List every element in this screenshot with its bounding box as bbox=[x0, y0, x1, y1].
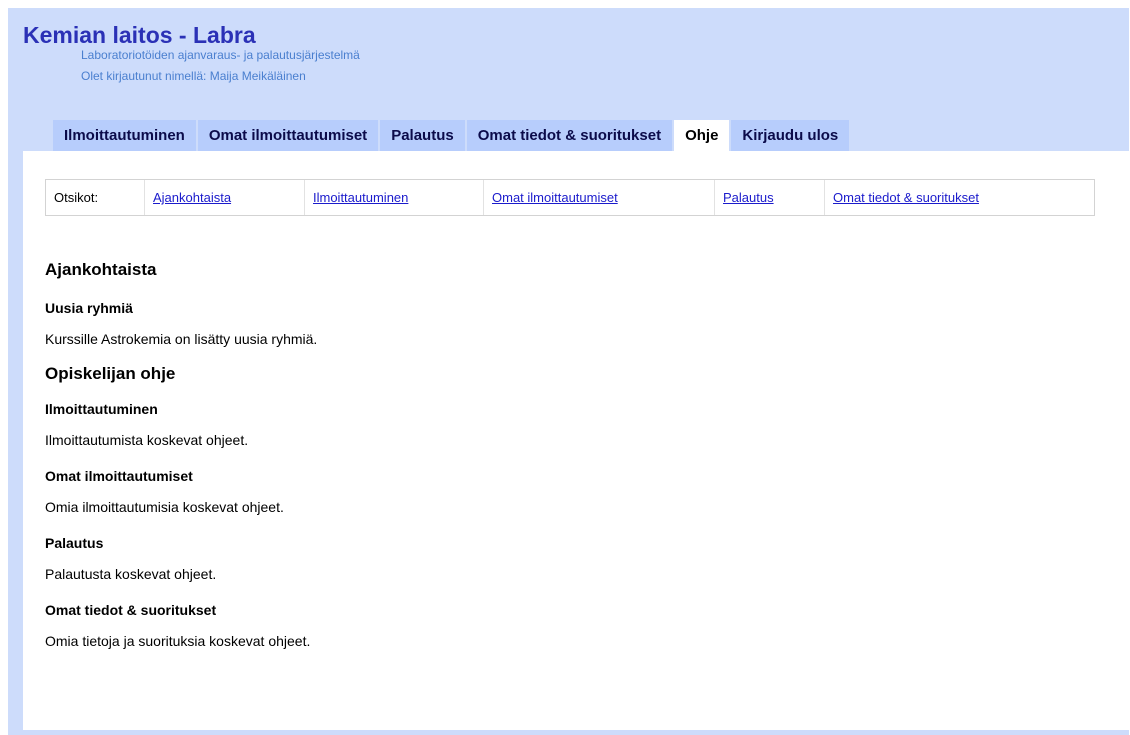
site-subtitle: Laboratoriotöiden ajanvaraus- ja palautu… bbox=[81, 48, 360, 62]
news-item-title: Uusia ryhmiä bbox=[45, 300, 133, 316]
tab-omat-tiedot[interactable]: Omat tiedot & suoritukset bbox=[466, 120, 673, 151]
guide-section-title: Omat ilmoittautumiset bbox=[45, 468, 193, 484]
content-area: Otsikot: Ajankohtaista Ilmoittautuminen … bbox=[23, 151, 1129, 730]
logged-in-user: Olet kirjautunut nimellä: Maija Meikäläi… bbox=[81, 69, 306, 83]
guide-section-title: Palautus bbox=[45, 535, 104, 551]
site-title: Kemian laitos - Labra bbox=[23, 22, 256, 48]
news-heading: Ajankohtaista bbox=[45, 260, 157, 279]
toc-label: Otsikot: bbox=[46, 180, 145, 215]
toc-link-omat-tiedot[interactable]: Omat tiedot & suoritukset bbox=[833, 190, 979, 205]
guide-section-text: Omia tietoja ja suorituksia koskevat ohj… bbox=[45, 633, 311, 649]
toc-link-ilmoittautuminen[interactable]: Ilmoittautuminen bbox=[313, 190, 408, 205]
tab-kirjaudu-ulos[interactable]: Kirjaudu ulos bbox=[731, 120, 850, 151]
news-item-text: Kurssille Astrokemia on lisätty uusia ry… bbox=[45, 331, 318, 347]
guide-section-title: Omat tiedot & suoritukset bbox=[45, 602, 217, 618]
tab-ohje[interactable]: Ohje bbox=[674, 120, 730, 151]
toc-link-omat-ilmoittautumiset[interactable]: Omat ilmoittautumiset bbox=[492, 190, 618, 205]
tab-omat-ilmoittautumiset[interactable]: Omat ilmoittautumiset bbox=[197, 120, 379, 151]
toc-link-palautus[interactable]: Palautus bbox=[723, 190, 774, 205]
main-nav-tabs: Ilmoittautuminen Omat ilmoittautumiset P… bbox=[53, 120, 850, 151]
guide-section-text: Ilmoittautumista koskevat ohjeet. bbox=[45, 432, 249, 448]
guide-section-text: Omia ilmoittautumisia koskevat ohjeet. bbox=[45, 499, 284, 515]
table-of-contents: Otsikot: Ajankohtaista Ilmoittautuminen … bbox=[45, 179, 1095, 216]
tab-ilmoittautuminen[interactable]: Ilmoittautuminen bbox=[53, 120, 196, 151]
guide-section-text: Palautusta koskevat ohjeet. bbox=[45, 566, 217, 582]
guide-section-title: Ilmoittautuminen bbox=[45, 401, 158, 417]
main-content: Ajankohtaista Uusia ryhmiä Kurssille Ast… bbox=[45, 259, 1085, 650]
guide-heading: Opiskelijan ohje bbox=[45, 364, 176, 383]
header: Kemian laitos - Labra Laboratoriotöiden … bbox=[23, 22, 1113, 102]
toc-link-ajankohtaista[interactable]: Ajankohtaista bbox=[153, 190, 231, 205]
page: Kemian laitos - Labra Laboratoriotöiden … bbox=[8, 8, 1129, 735]
tab-palautus[interactable]: Palautus bbox=[380, 120, 465, 151]
